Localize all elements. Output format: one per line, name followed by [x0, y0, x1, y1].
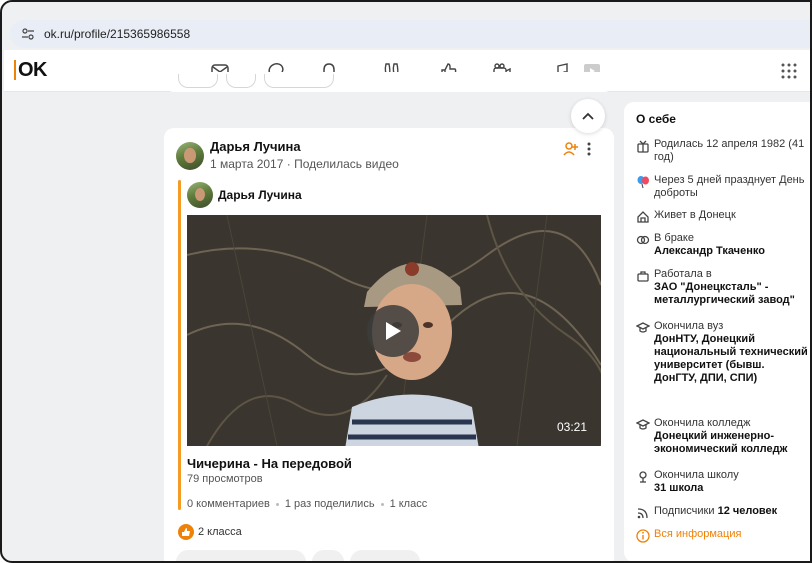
address-bar[interactable]: ok.ru/profile/215365986558 [10, 20, 810, 48]
video-player[interactable]: 03:21 [187, 215, 601, 446]
browser-window: ok.ru/profile/215365986558 OK Дарья Лучи… [0, 0, 812, 563]
graduation-icon [636, 322, 650, 333]
about-holiday: Через 5 дней празднует День доброты [636, 174, 810, 200]
post-action: Поделилась видео [294, 157, 399, 171]
share-button[interactable] [226, 74, 256, 88]
about-marriage: В браке Александр Ткаченко [636, 232, 810, 258]
work-icon [637, 271, 649, 282]
about-city: Живет в Донецк [636, 209, 810, 224]
likes-summary[interactable]: 2 класса [178, 524, 242, 540]
url-text[interactable]: ok.ru/profile/215365986558 [44, 27, 190, 41]
share-action-button[interactable] [312, 550, 344, 561]
shares-count[interactable]: 1 раз поделились [285, 498, 375, 510]
class-action-button[interactable] [350, 550, 420, 561]
inner-post-author[interactable]: Дарья Лучина [218, 188, 302, 202]
meta-separator: · [286, 157, 291, 171]
about-panel: О себе Родилась 12 апреля 1982 (41 год) … [624, 102, 810, 561]
about-birthday: Родилась 12 апреля 1982 (41 год) [636, 138, 810, 164]
home-icon [637, 211, 649, 223]
apps-grid-icon[interactable] [780, 62, 798, 80]
about-work: Работала в ЗАО "Донецксталь" - металлурги… [636, 268, 810, 307]
about-college: Окончила колледж Донецкий инженерно-эконо… [636, 417, 810, 456]
like-button[interactable] [264, 74, 334, 88]
college-name[interactable]: Донецкий инженерно-экономический колледж [654, 430, 787, 455]
author-avatar[interactable] [176, 142, 204, 170]
post-meta: 1 марта 2017 · Поделилась видео [210, 157, 399, 171]
inner-author-avatar[interactable] [187, 182, 213, 208]
about-school: Окончила школу 31 школа [636, 469, 810, 495]
previous-post-footer [164, 72, 614, 92]
rss-icon [637, 508, 648, 519]
likes-count: 2 класса [198, 526, 242, 538]
about-subscribers[interactable]: Подписчики 12 человек [636, 505, 810, 520]
more-options-icon[interactable] [584, 140, 594, 158]
info-icon [636, 529, 650, 543]
site-settings-icon[interactable] [20, 26, 36, 42]
post-author[interactable]: Дарья Лучина [210, 139, 301, 154]
graduation-icon [636, 419, 650, 430]
school-icon [639, 471, 647, 483]
chevron-up-icon [582, 112, 594, 120]
school-name[interactable]: 31 школа [654, 482, 703, 494]
video-views: 79 просмотров [187, 473, 263, 485]
post-date[interactable]: 1 марта 2017 [210, 157, 283, 171]
scroll-to-top-button[interactable] [571, 99, 605, 133]
about-university: Окончила вуз ДонНТУ, Донецкий национальны… [636, 320, 810, 385]
comment-button[interactable] [178, 74, 218, 88]
about-title: О себе [636, 112, 676, 126]
play-button[interactable] [367, 305, 419, 357]
spouse-name[interactable]: Александр Ткаченко [654, 245, 765, 257]
all-info-link[interactable]: Вся информация [636, 528, 810, 543]
like-badge-icon [178, 524, 194, 540]
comments-count[interactable]: 0 комментариев [187, 498, 270, 510]
gift-icon [637, 140, 649, 153]
balloons-icon [637, 176, 649, 189]
add-friend-icon[interactable] [562, 140, 580, 158]
university-name[interactable]: ДонНТУ, Донецкий национальный технически… [654, 333, 808, 384]
video-duration: 03:21 [556, 420, 587, 434]
video-title[interactable]: Чичерина - На передовой [187, 456, 352, 471]
workplace-name[interactable]: ЗАО "Донецксталь" - металлургический зав… [654, 281, 795, 306]
ok-logo[interactable]: OK [14, 60, 48, 80]
repost-indicator-line [178, 180, 181, 510]
post-stats: 0 комментариев 1 раз поделились 1 класс [187, 498, 427, 510]
rings-icon [636, 235, 650, 245]
class-count[interactable]: 1 класс [390, 498, 428, 510]
comment-action-button[interactable] [176, 550, 306, 561]
feed-post: Дарья Лучина 1 марта 2017 · Поделилась в… [164, 128, 614, 561]
